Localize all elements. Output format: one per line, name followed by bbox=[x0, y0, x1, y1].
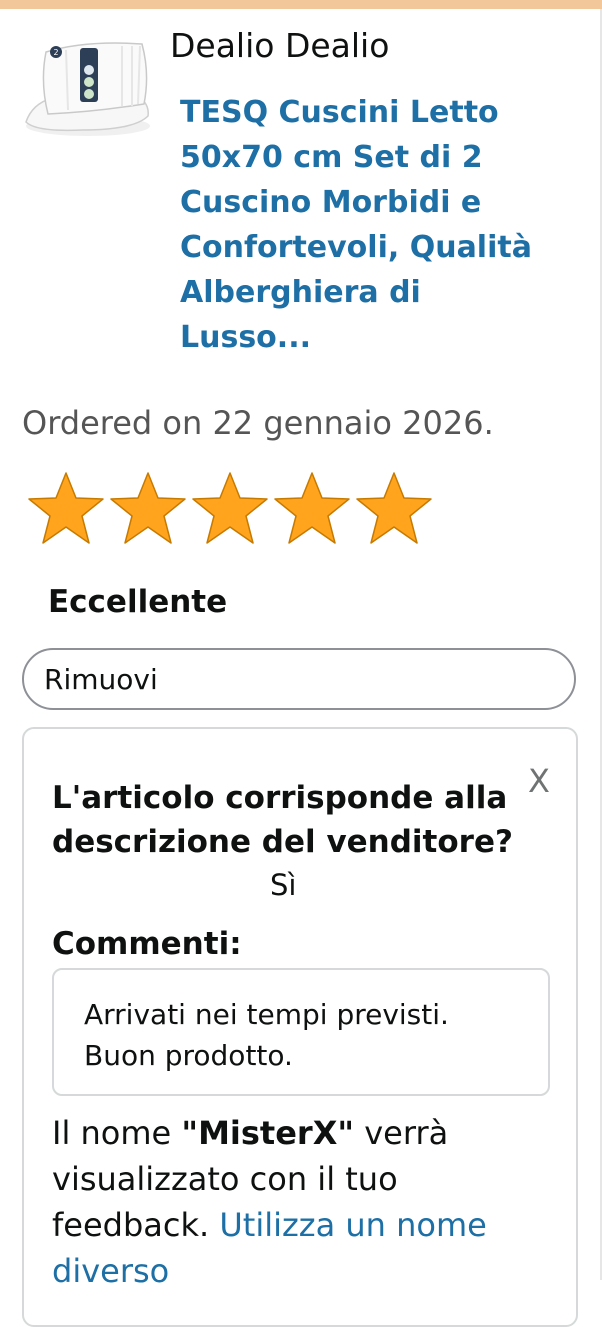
comment-line-1: Arrivati nei tempi previsti. bbox=[84, 998, 449, 1031]
pillow-product-image[interactable]: 2 bbox=[22, 38, 154, 138]
star-icon[interactable] bbox=[26, 470, 108, 548]
remove-button[interactable]: Rimuovi bbox=[22, 648, 576, 710]
close-icon[interactable]: X bbox=[528, 762, 550, 800]
star-icon[interactable] bbox=[354, 470, 436, 548]
feedback-answer: Sì bbox=[270, 868, 297, 902]
comment-line-2: Buon prodotto. bbox=[84, 1039, 293, 1072]
star-icon[interactable] bbox=[272, 470, 354, 548]
top-accent-bar bbox=[0, 0, 602, 9]
rating-label: Eccellente bbox=[48, 584, 228, 620]
name-note-prefix: Il nome bbox=[52, 1114, 182, 1152]
star-icon[interactable] bbox=[190, 470, 272, 548]
order-date-text: Ordered on 22 gennaio 2026. bbox=[22, 404, 494, 442]
product-title-link[interactable]: TESQ Cuscini Letto 50x70 cm Set di 2 Cus… bbox=[180, 90, 540, 360]
comments-field[interactable]: Arrivati nei tempi previsti. Buon prodot… bbox=[52, 968, 550, 1096]
remove-button-label: Rimuovi bbox=[44, 662, 158, 696]
star-icon[interactable] bbox=[108, 470, 190, 548]
display-name-value: "MisterX" bbox=[181, 1114, 355, 1152]
seller-name: Dealio Dealio bbox=[170, 26, 390, 65]
svg-text:2: 2 bbox=[53, 48, 58, 57]
feedback-question: L'articolo corrisponde alla descrizione … bbox=[52, 780, 513, 860]
star-rating[interactable] bbox=[26, 470, 436, 548]
display-name-note: Il nome "MisterX" verrà visualizzato con… bbox=[52, 1110, 552, 1294]
comments-label: Commenti: bbox=[52, 926, 242, 962]
